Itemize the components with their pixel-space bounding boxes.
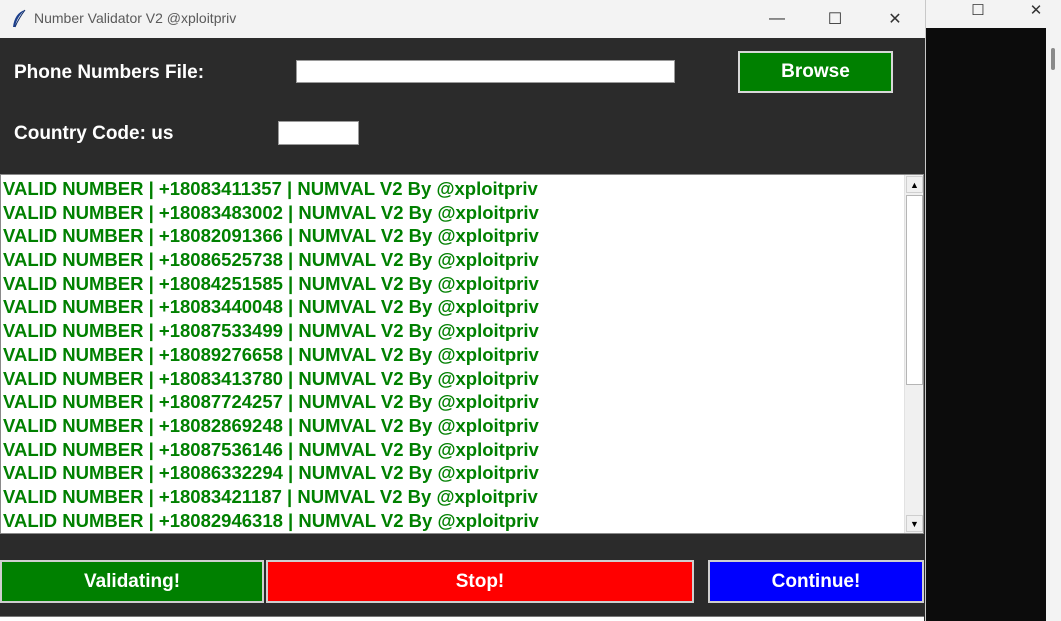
output-log[interactable]: VALID NUMBER | +18083411357 | NUMVAL V2 … [0, 174, 924, 534]
country-code-label: Country Code: us [14, 123, 174, 144]
scroll-down-button[interactable]: ▼ [906, 515, 923, 532]
log-line: VALID NUMBER | +18083411357 | NUMVAL V2 … [3, 178, 538, 199]
log-line: VALID NUMBER | +18083413780 | NUMVAL V2 … [3, 367, 539, 389]
log-line: VALID NUMBER | +18086332294 | NUMVAL V2 … [3, 462, 539, 484]
log-line: VALID NUMBER | +18084251585 | NUMVAL V2 … [3, 272, 539, 294]
log-line: VALID NUMBER | +18087533499 | NUMVAL V2 … [3, 320, 539, 342]
browse-button[interactable]: Browse [738, 51, 893, 93]
log-line: VALID NUMBER | +18082091366 | NUMVAL V2 … [3, 225, 539, 247]
log-line: VALID NUMBER | +18083440048 | NUMVAL V2 … [3, 296, 539, 318]
phone-file-label: Phone Numbers File: [14, 62, 205, 83]
continue-button[interactable]: Continue! [708, 560, 924, 603]
window-title: Number Validator V2 @xploitpriv [34, 10, 237, 26]
background-window: ☐ ✕ [926, 0, 1061, 621]
log-list: VALID NUMBER | +18083411357 | NUMVAL V2 … [3, 177, 903, 532]
validating-button[interactable]: Validating! [0, 560, 264, 603]
background-maximize-button[interactable]: ☐ [958, 0, 998, 20]
background-terminal [926, 28, 1046, 621]
country-code-input[interactable] [278, 121, 359, 145]
log-line: VALID NUMBER | +18082946318 | NUMVAL V2 … [3, 509, 539, 531]
log-line: VALID NUMBER | +18087724257 | NUMVAL V2 … [3, 391, 539, 413]
log-line: VALID NUMBER | +18086525738 | NUMVAL V2 … [3, 249, 539, 271]
scroll-thumb[interactable] [906, 195, 923, 385]
status-strip [0, 616, 924, 621]
minimize-button[interactable]: — [754, 0, 800, 38]
background-close-button[interactable]: ✕ [1016, 0, 1056, 20]
title-bar[interactable]: Number Validator V2 @xploitpriv — ☐ ✕ [0, 0, 925, 38]
log-line: VALID NUMBER | +18083421187 | NUMVAL V2 … [3, 485, 538, 507]
stop-button[interactable]: Stop! [266, 560, 694, 603]
log-line: VALID NUMBER | +18087536146 | NUMVAL V2 … [3, 438, 539, 460]
phone-file-input[interactable] [296, 60, 675, 83]
background-scroll-thumb[interactable] [1051, 48, 1055, 70]
feather-icon [13, 9, 26, 28]
log-line: VALID NUMBER | +18089276658 | NUMVAL V2 … [3, 343, 539, 365]
close-button[interactable]: ✕ [872, 0, 918, 38]
background-titlebar: ☐ ✕ [926, 0, 1061, 28]
app-window: Number Validator V2 @xploitpriv — ☐ ✕ Ph… [0, 0, 926, 621]
log-line: VALID NUMBER | +18082869248 | NUMVAL V2 … [3, 414, 539, 436]
log-line: VALID NUMBER | +18083483002 | NUMVAL V2 … [3, 201, 539, 223]
background-scrollbar[interactable] [1046, 28, 1061, 621]
scroll-up-button[interactable]: ▲ [906, 176, 923, 193]
log-scrollbar[interactable]: ▲ ▼ [904, 175, 923, 533]
maximize-button[interactable]: ☐ [812, 0, 858, 38]
